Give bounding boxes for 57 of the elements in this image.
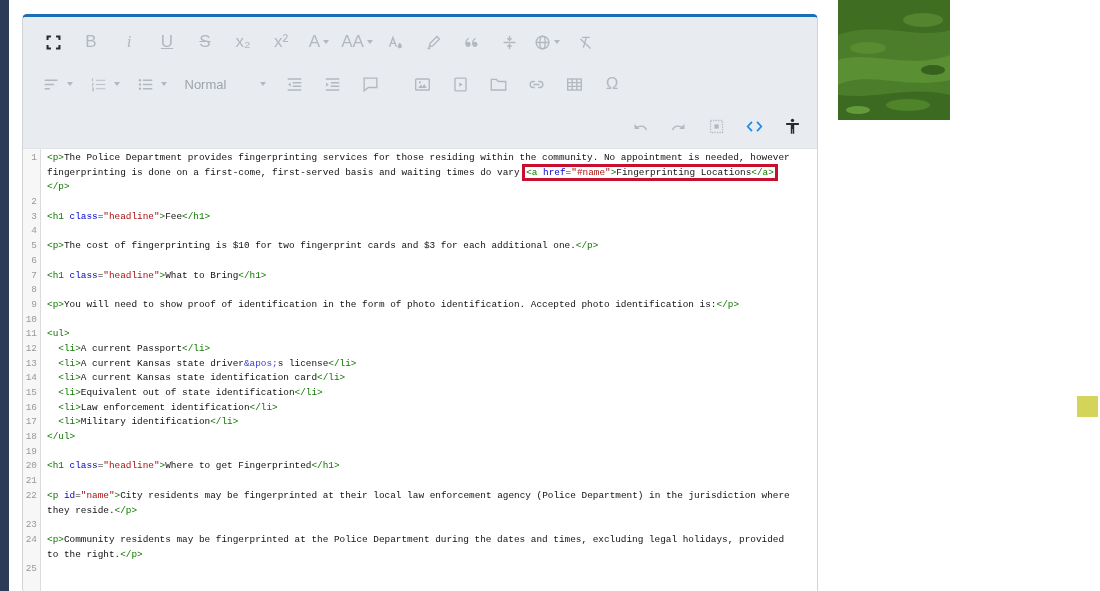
line-number: 3 xyxy=(31,209,38,224)
code-line: <p>You will need to show proof of identification in the form of photo identification. Accepted photo identification is:</p> xyxy=(47,297,739,312)
code-line: <h1 class="headline">Where to get Fingerprinted</h1> xyxy=(47,459,340,474)
caret-icon xyxy=(66,82,73,86)
caret-icon xyxy=(259,82,266,86)
code-line: <li>Equivalent out of state identification</li> xyxy=(57,386,323,400)
code-line: <p id="name">City residents may be fingerprinted at their local law enforcement agency (Police Department) in the jurisdiction where xyxy=(47,488,790,503)
code-line: <li>A current Passport</li> xyxy=(57,341,211,356)
line-number: 19 xyxy=(25,444,38,459)
line-number: 2 xyxy=(31,195,38,210)
line-number: 5 xyxy=(31,239,38,254)
caret-icon xyxy=(113,82,120,86)
code-line: </p> xyxy=(47,180,70,195)
line-number: 8 xyxy=(31,283,38,298)
code-line: <h1 class="headline">What to Bring</h1> xyxy=(47,268,267,283)
code-line: <li>A current Kansas state driver&apos;s license</li> xyxy=(57,356,357,371)
line-number: 14 xyxy=(25,371,38,386)
code-line: <li>A current Kansas state identification card</li> xyxy=(57,371,346,386)
line-number: 22 xyxy=(25,488,38,503)
line-number: 17 xyxy=(25,415,38,430)
code-line: <ul> xyxy=(47,327,70,342)
line-number: 10 xyxy=(25,312,38,327)
line-number: 24 xyxy=(25,532,38,547)
code-line: <h1 class="headline">Fee</h1> xyxy=(47,209,211,224)
line-number: 1 xyxy=(31,151,38,165)
line-number: 25 xyxy=(25,562,38,577)
code-line: <p>Community residents may be fingerprinted at the Police Department during the dates and times, excluding legal holidays, provided xyxy=(47,532,784,547)
line-number: 11 xyxy=(25,327,38,342)
line-number: 12 xyxy=(25,341,38,356)
line-number: 7 xyxy=(31,268,38,283)
numbered-list-icon xyxy=(89,75,107,93)
line-number: 15 xyxy=(25,386,38,401)
caret-icon xyxy=(366,40,373,44)
caret-icon xyxy=(554,40,560,44)
code-line: to the right.</p> xyxy=(47,547,143,562)
caret-icon xyxy=(323,40,330,44)
code-line: </ul> xyxy=(47,430,76,445)
code-line: <li>Law enforcement identification</li> xyxy=(57,400,278,415)
line-number: 21 xyxy=(25,474,38,489)
caret-icon xyxy=(160,82,167,86)
line-number: 4 xyxy=(31,224,38,239)
code-line: <p>The cost of fingerprinting is $10 for two fingerprint cards and $3 for each additional one.</p> xyxy=(47,239,599,254)
line-number: 13 xyxy=(25,356,38,371)
fullscreen-icon[interactable] xyxy=(44,33,62,51)
line-number: 23 xyxy=(25,518,38,533)
code-line: fingerprinting is done on a first-come, first-served basis and waiting times do vary <a href="#name">Fingerprinting Locations</a> xyxy=(47,165,775,181)
code-line: <li>Military identification</li> xyxy=(57,415,239,430)
code-line: they reside.</p> xyxy=(47,503,138,518)
line-number: 9 xyxy=(31,297,38,312)
line-number: 6 xyxy=(31,253,38,268)
globe-icon xyxy=(534,33,551,51)
accessibility-icon[interactable] xyxy=(783,117,801,135)
line-number: 20 xyxy=(25,459,38,474)
line-number: 18 xyxy=(25,430,38,445)
side-marker xyxy=(1077,396,1098,417)
line-number: 16 xyxy=(25,400,38,415)
code-line: <p>The Police Department provides fingerprinting services for those residing within the community. No appointment is needed, however xyxy=(47,151,790,165)
